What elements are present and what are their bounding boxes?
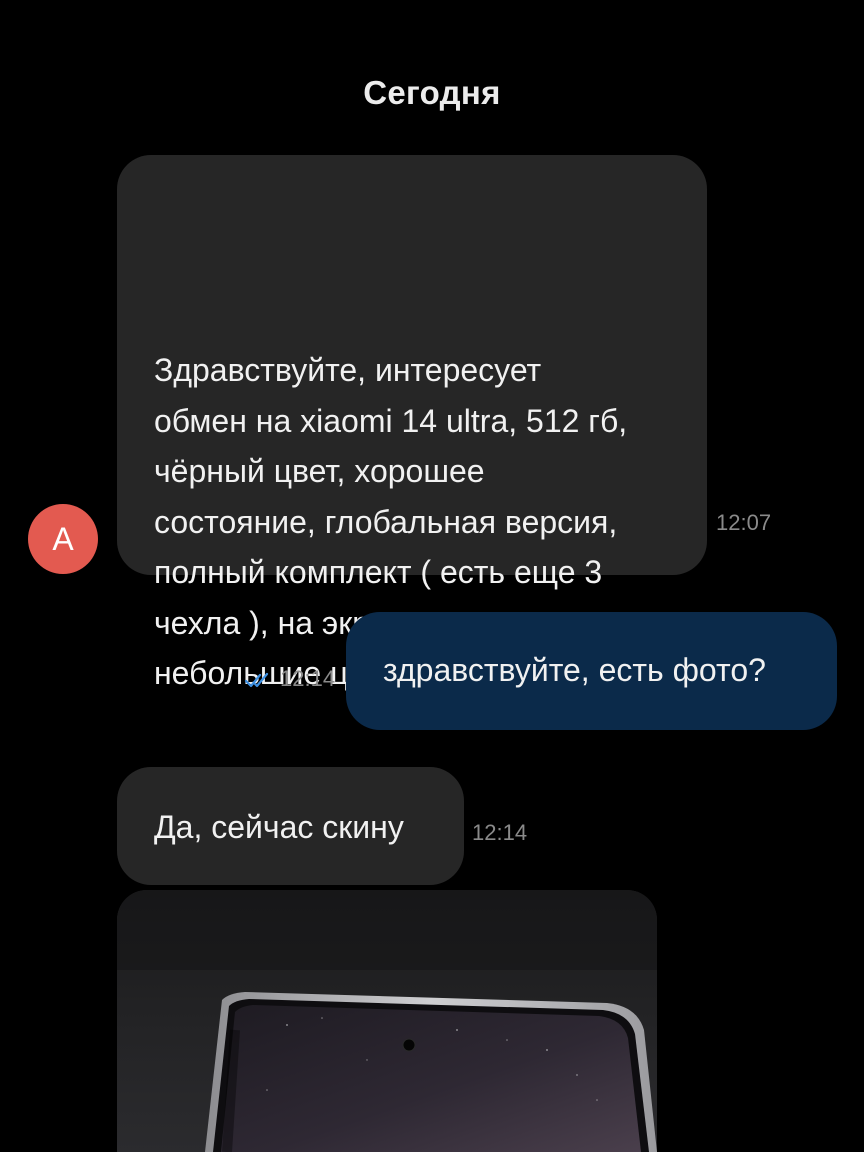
message-bubble-incoming[interactable]: Здравствуйте, интересует обмен на xiaomi… <box>117 155 707 691</box>
message-time: 12:14 <box>472 820 528 845</box>
message-text: Да, сейчас скину <box>154 809 404 845</box>
sender-avatar[interactable]: A <box>28 504 98 574</box>
photo-message[interactable] <box>117 890 657 1152</box>
message-text: здравствуйте, есть фото? <box>383 652 766 688</box>
date-header: Сегодня <box>363 74 501 111</box>
phone-photo-icon <box>117 890 657 1152</box>
message-time: 12:14 <box>280 666 336 691</box>
message-bubble-outgoing[interactable]: здравствуйте, есть фото? <box>346 612 837 730</box>
message-bubble-incoming[interactable]: Да, сейчас скину <box>117 767 464 885</box>
message-time: 12:07 <box>716 510 772 535</box>
double-check-icon <box>244 672 269 688</box>
